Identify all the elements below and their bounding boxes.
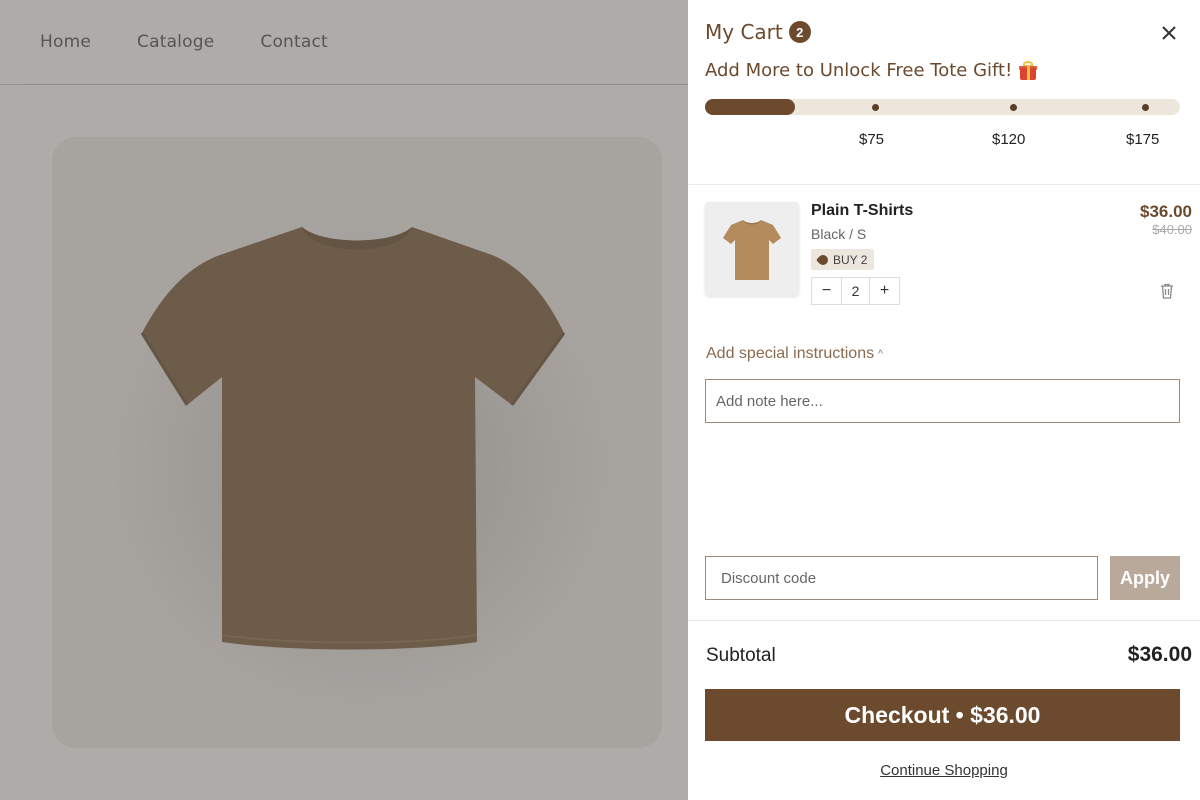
special-instructions-label: Add special instructions xyxy=(706,345,875,362)
discount-code-input[interactable] xyxy=(705,556,1098,600)
cart-item-variant: Black / S xyxy=(811,226,867,242)
discount-tag: BUY 2 xyxy=(811,249,875,270)
quantity-value[interactable]: 2 xyxy=(841,278,870,304)
close-icon[interactable] xyxy=(1158,22,1180,44)
free-gift-progress-bar xyxy=(705,99,1180,115)
tag-icon xyxy=(815,252,831,267)
trash-icon[interactable] xyxy=(1160,283,1174,299)
milestone-label-1: $75 xyxy=(859,131,885,148)
tshirt-thumbnail-icon xyxy=(723,220,781,280)
apply-discount-button[interactable]: Apply xyxy=(1110,556,1180,600)
decrease-quantity-button[interactable]: − xyxy=(812,278,841,304)
checkout-button[interactable]: Checkout • $36.00 xyxy=(705,689,1180,741)
progress-fill xyxy=(705,99,796,115)
subtotal-value: $36.00 xyxy=(1127,643,1192,666)
cart-item-image[interactable] xyxy=(705,202,799,296)
cart-count-badge: 2 xyxy=(788,21,811,43)
special-instructions-toggle[interactable]: Add special instructions ^ xyxy=(706,345,883,363)
divider xyxy=(688,620,1200,621)
continue-shopping-label[interactable]: Continue Shopping xyxy=(880,762,1008,779)
cart-header: My Cart 2 xyxy=(705,20,811,44)
quantity-stepper: − 2 + xyxy=(811,277,900,305)
cart-title: My Cart xyxy=(705,20,783,44)
continue-shopping-link[interactable]: Continue Shopping xyxy=(688,762,1200,779)
cart-item-name[interactable]: Plain T-Shirts xyxy=(811,202,913,220)
cart-drawer: My Cart 2 Add More to Unlock Free Tote G… xyxy=(688,0,1200,800)
cart-item-price: $36.00 xyxy=(1140,202,1192,221)
discount-tag-label: BUY 2 xyxy=(833,252,868,267)
divider xyxy=(688,184,1200,185)
chevron-up-icon: ^ xyxy=(878,348,883,360)
milestone-label-2: $120 xyxy=(992,131,1026,148)
milestone-dot-2 xyxy=(1010,104,1017,111)
subtotal-label: Subtotal xyxy=(706,645,776,666)
milestone-dot-1 xyxy=(872,104,879,111)
promo-message: Add More to Unlock Free Tote Gift! xyxy=(705,60,1038,81)
milestone-dot-3 xyxy=(1142,104,1149,111)
milestone-label-3: $175 xyxy=(1126,131,1160,148)
order-note-input[interactable] xyxy=(705,379,1180,423)
promo-text: Add More to Unlock Free Tote Gift! xyxy=(705,60,1013,81)
page-overlay[interactable] xyxy=(0,0,688,800)
gift-icon xyxy=(1018,60,1038,81)
increase-quantity-button[interactable]: + xyxy=(870,278,899,304)
cart-item-compare-price: $40.00 xyxy=(1152,222,1192,237)
